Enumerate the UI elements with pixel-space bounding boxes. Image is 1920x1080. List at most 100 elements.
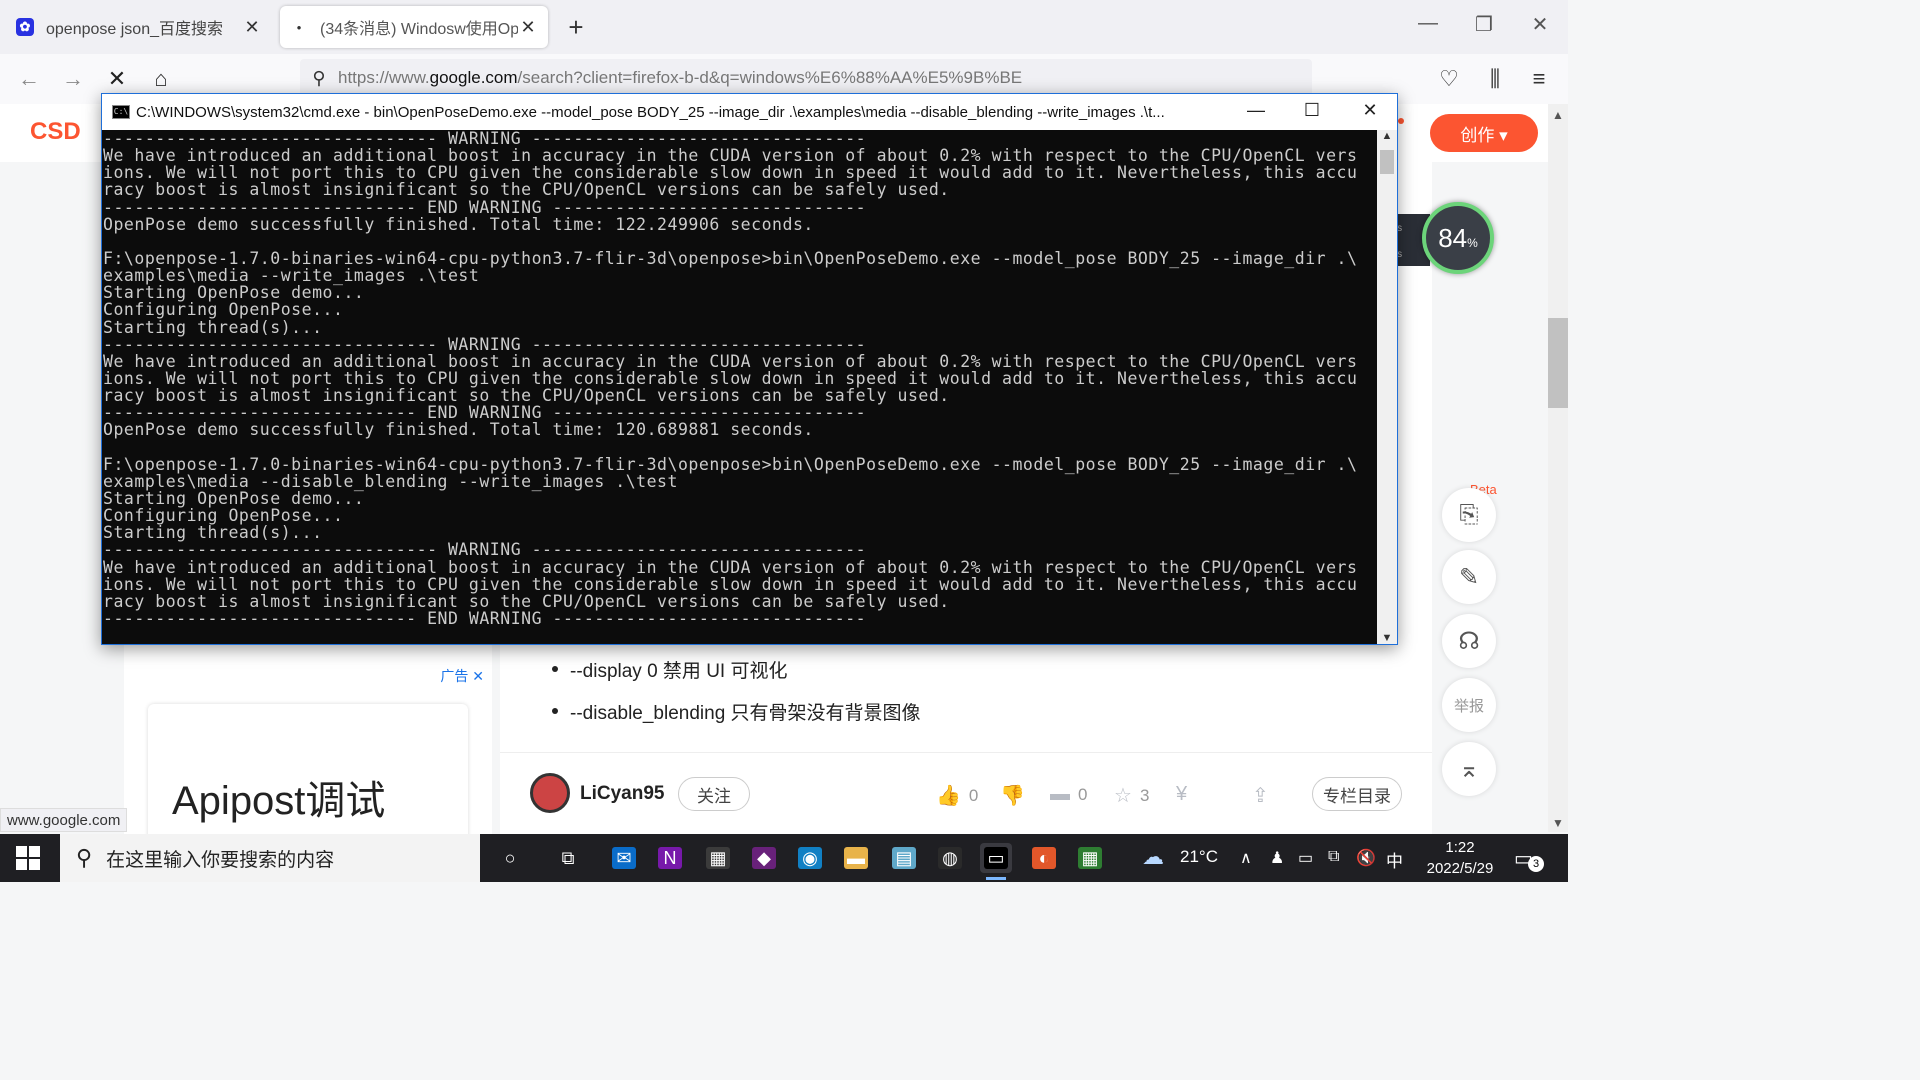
report-button[interactable]: 举报: [1442, 678, 1496, 732]
console-line: Configuring OpenPose...: [103, 300, 344, 320]
console-line: Configuring OpenPose...: [103, 506, 344, 526]
minimize-button[interactable]: —: [1413, 12, 1443, 35]
tab-baidu-search[interactable]: ✿ openpose json_百度搜索 ✕: [6, 6, 272, 48]
console-line: We have introduced an additional boost i…: [103, 351, 1358, 371]
cmd-scrollbar[interactable]: ▲ ▼: [1377, 130, 1397, 644]
console-line: ------------------------------ END WARNI…: [103, 197, 867, 217]
cmd-close-button[interactable]: ✕: [1356, 100, 1384, 121]
console-line: ------------------------------ END WARNI…: [103, 608, 867, 628]
memory-usage-gauge[interactable]: 84%: [1422, 202, 1494, 274]
close-tab-icon[interactable]: ✕: [242, 17, 262, 38]
terminal-dark-icon[interactable]: ◍: [934, 843, 966, 873]
console-line: examples\media --write_images .\test: [103, 266, 480, 286]
ai-assistant-button[interactable]: ⎘: [1442, 488, 1496, 542]
follow-button[interactable]: 关注: [678, 777, 750, 811]
support-button[interactable]: ☊: [1442, 614, 1496, 668]
library-icon[interactable]: ⫼: [1480, 64, 1510, 94]
notepad-icon[interactable]: ▤: [888, 843, 920, 873]
chevron-up-icon[interactable]: ∧: [1240, 848, 1252, 868]
arrow-up-icon: ⌅: [1458, 755, 1480, 783]
thumbs-down-icon: 👎: [1000, 785, 1025, 807]
network-icon[interactable]: ⧉: [1328, 848, 1339, 866]
console-line: We have introduced an additional boost i…: [103, 146, 1358, 166]
cmd-minimize-button[interactable]: —: [1242, 100, 1270, 121]
share-button[interactable]: ⇪: [1252, 783, 1277, 808]
start-button[interactable]: [16, 846, 40, 870]
restore-button[interactable]: ❐: [1469, 12, 1499, 37]
thumbs-up-icon: 👍: [936, 785, 961, 807]
cmd-icon[interactable]: ▭: [980, 843, 1012, 880]
page-scrollbar[interactable]: [1548, 104, 1568, 832]
ad-label[interactable]: 广告 ✕: [440, 666, 484, 686]
back-to-top-button[interactable]: ⌅: [1442, 742, 1496, 796]
ime-indicator[interactable]: 中: [1386, 847, 1403, 872]
cortana-icon[interactable]: ○: [494, 843, 526, 873]
console-output[interactable]: -------------------------------- WARNING…: [103, 130, 1376, 644]
favorite-button[interactable]: ☆ 3: [1114, 783, 1149, 808]
author-avatar[interactable]: [530, 773, 570, 813]
scroll-down-icon[interactable]: ▼: [1377, 632, 1397, 644]
weather-temp[interactable]: 21°C: [1180, 847, 1218, 867]
page-scroll-thumb[interactable]: [1548, 318, 1568, 408]
console-line: F:\openpose-1.7.0-binaries-win64-cpu-pyt…: [103, 454, 1358, 474]
console-line: -------------------------------- WARNING…: [103, 334, 867, 354]
cmd-title-bar[interactable]: C:\ C:\WINDOWS\system32\cmd.exe - bin\Op…: [102, 94, 1397, 130]
console-line: ------------------------------ END WARNI…: [103, 403, 867, 423]
ai-icon: ⎘: [1459, 501, 1479, 528]
visual-studio-icon[interactable]: ◆: [748, 843, 780, 873]
taskbar-search-placeholder: 在这里输入你要搜索的内容: [106, 849, 335, 871]
console-line: OpenPose demo successfully finished. Tot…: [103, 214, 814, 234]
battery-icon[interactable]: ▭: [1298, 848, 1313, 868]
taskbar-search[interactable]: ⚲ 在这里输入你要搜索的内容: [60, 834, 480, 882]
ad-card[interactable]: Apipost调试: [148, 704, 468, 844]
console-line: racy boost is almost insignificant so th…: [103, 386, 950, 406]
list-item: --display 0 禁用 UI 可视化: [552, 648, 921, 690]
author-name[interactable]: LiCyan95: [580, 783, 664, 805]
list-item: --disable_blending 只有骨架没有背景图像: [552, 690, 921, 732]
console-line: ions. We will not port this to CPU given…: [103, 368, 1358, 388]
stop-loading-icon[interactable]: ✕: [102, 64, 132, 94]
volume-mute-icon[interactable]: 🔇: [1356, 848, 1376, 868]
cmd-maximize-button[interactable]: ☐: [1298, 100, 1326, 121]
comment-icon: ▬: [1050, 783, 1070, 805]
system-clock[interactable]: 1:22 2022/5/29: [1410, 837, 1510, 879]
tab-csdn-article[interactable]: • (34条消息) Windosw使用Oper ✕: [280, 6, 548, 48]
cmd-window[interactable]: C:\ C:\WINDOWS\system32\cmd.exe - bin\Op…: [101, 93, 1398, 645]
baidu-paw-icon: ✿: [16, 18, 34, 36]
comment-button[interactable]: ▬ 0: [1050, 783, 1087, 806]
create-button[interactable]: 创作 ▾: [1430, 114, 1538, 152]
edit-icon: ✎: [1458, 563, 1480, 591]
onenote-icon[interactable]: N: [654, 843, 686, 873]
dislike-button[interactable]: 👎: [1000, 783, 1033, 808]
back-arrow-icon[interactable]: ←: [14, 64, 44, 94]
firefox-icon[interactable]: ◐: [1028, 843, 1060, 873]
new-tab-button[interactable]: +: [562, 12, 590, 43]
cmd-scroll-thumb[interactable]: [1380, 150, 1394, 174]
close-window-button[interactable]: ✕: [1525, 12, 1555, 37]
csdn-logo[interactable]: CSD: [30, 118, 81, 146]
scroll-up-icon[interactable]: ▲: [1377, 130, 1397, 142]
scroll-up-icon[interactable]: ▲: [1548, 108, 1568, 122]
file-explorer-icon[interactable]: ▬: [840, 843, 872, 873]
like-button[interactable]: 👍 0: [936, 783, 978, 808]
edit-button[interactable]: ✎: [1442, 550, 1496, 604]
console-line: -------------------------------- WARNING…: [103, 540, 867, 560]
reward-button[interactable]: ¥: [1176, 783, 1195, 806]
menu-icon[interactable]: ≡: [1524, 64, 1554, 94]
address-bar[interactable]: ⚲ https://www.google.com/search?client=f…: [300, 59, 1312, 97]
pocket-icon[interactable]: ♡: [1434, 64, 1464, 94]
spreadsheet-icon[interactable]: ▦: [1074, 843, 1106, 873]
scroll-down-icon[interactable]: ▼: [1548, 816, 1568, 830]
store-icon[interactable]: ▦: [702, 843, 734, 873]
forward-arrow-icon[interactable]: →: [58, 64, 88, 94]
mail-icon[interactable]: ✉: [608, 843, 640, 873]
home-icon[interactable]: ⌂: [146, 64, 176, 94]
column-toc-button[interactable]: 专栏目录: [1312, 777, 1402, 811]
task-view-icon[interactable]: ⧉: [552, 843, 584, 873]
edge-icon[interactable]: ◉: [794, 843, 826, 873]
close-tab-icon[interactable]: ✕: [518, 17, 538, 38]
console-line: racy boost is almost insignificant so th…: [103, 180, 950, 200]
qq-icon[interactable]: ♟: [1270, 848, 1284, 868]
cloud-weather-icon[interactable]: ☁: [1142, 844, 1164, 870]
